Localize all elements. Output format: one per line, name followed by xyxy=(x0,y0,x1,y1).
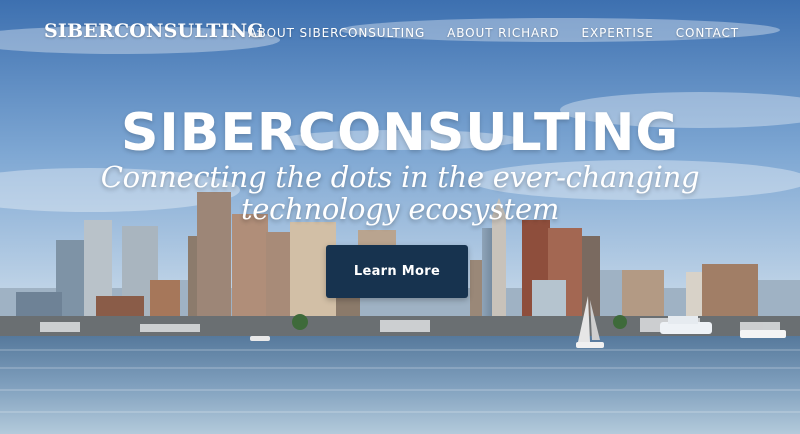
main-nav: ABOUT SIBERCONSULTING ABOUT RICHARD EXPE… xyxy=(249,26,739,40)
hero-tagline-line-1: Connecting the dots in the ever-changing xyxy=(100,160,700,194)
nav-link-expertise[interactable]: EXPERTISE xyxy=(582,26,654,40)
nav-link-about-richard[interactable]: ABOUT RICHARD xyxy=(447,26,559,40)
hero-tagline-line-2: technology ecosystem xyxy=(240,192,560,226)
learn-more-button[interactable]: Learn More xyxy=(326,245,468,298)
nav-link-contact[interactable]: CONTACT xyxy=(676,26,739,40)
hero-title: SIBERCONSULTING xyxy=(120,102,680,163)
hero-tagline: Connecting the dots in the ever-changing… xyxy=(80,161,720,225)
site-header: SIBERCONSULTING ABOUT SIBERCONSULTING AB… xyxy=(0,0,800,66)
nav-link-about-siberconsulting[interactable]: ABOUT SIBERCONSULTING xyxy=(249,26,426,40)
site-logo-text[interactable]: SIBERCONSULTING xyxy=(44,20,264,42)
